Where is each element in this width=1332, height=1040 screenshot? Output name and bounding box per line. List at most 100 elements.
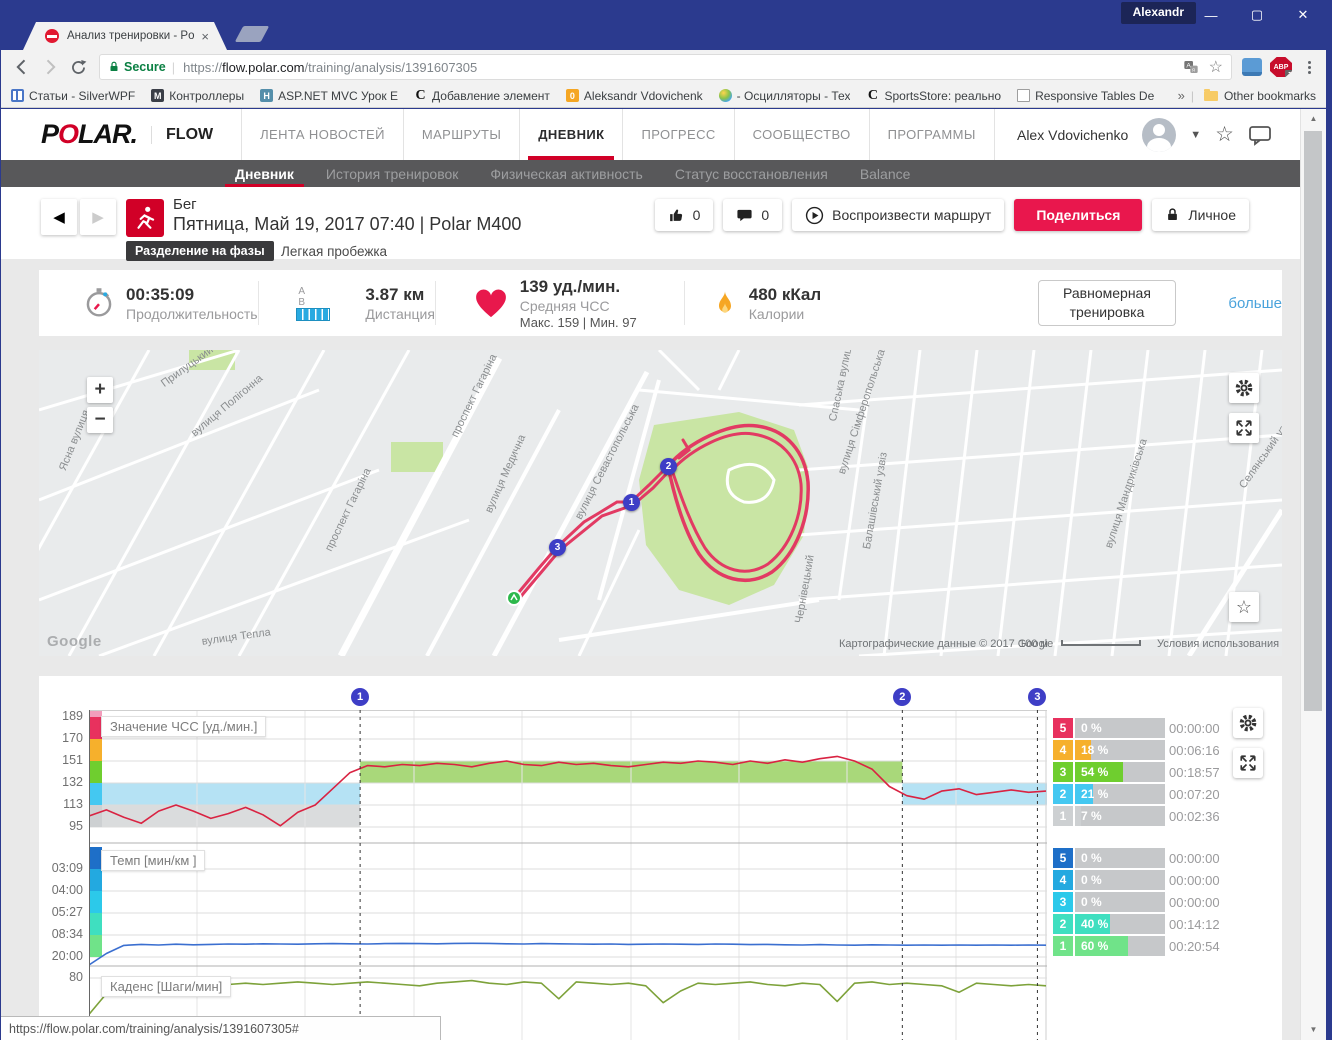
route-lap-marker[interactable]: 2 <box>660 458 677 475</box>
comment-button[interactable]: 0 <box>723 199 782 231</box>
private-button[interactable]: Личное <box>1152 199 1249 231</box>
subnav-история-тренировок[interactable]: История тренировок <box>310 160 474 187</box>
back-button[interactable] <box>9 54 35 80</box>
scroll-down-icon[interactable]: ▼ <box>1301 1022 1326 1038</box>
tab-close-icon[interactable]: × <box>201 29 209 44</box>
chart-lap-marker[interactable]: 2 <box>893 688 911 706</box>
flame-icon <box>713 287 737 319</box>
new-tab-button[interactable] <box>235 26 270 42</box>
polar-nav-дневник[interactable]: ДНЕВНИК <box>520 109 623 160</box>
lock-icon <box>108 60 120 74</box>
distance-icon: А В <box>296 286 353 321</box>
axis-tick-label: 05:27 <box>39 905 83 919</box>
subnav: ДневникИстория тренировокФизическая акти… <box>1 160 1300 187</box>
zone-number: 5 <box>1053 718 1073 738</box>
pace-zone-row: 50 % <box>1053 848 1165 868</box>
bookmark-item[interactable]: CSportsStore: реально <box>866 89 1001 103</box>
zone-time: 00:00:00 <box>1169 873 1220 888</box>
favorites-star-icon[interactable]: ☆ <box>1215 122 1234 147</box>
route-map[interactable]: Ясна вулицяПрилуцький провулоквулиця Пол… <box>39 350 1282 656</box>
chat-icon[interactable] <box>1248 124 1272 146</box>
polar-nav-лента-новостей[interactable]: ЛЕНТА НОВОСТЕЙ <box>241 109 404 160</box>
user-name[interactable]: Alex Vdovichenko <box>1017 127 1128 143</box>
url-text: https://flow.polar.com/training/analysis… <box>183 60 1183 75</box>
map-favorite-button[interactable]: ☆ <box>1229 592 1259 622</box>
like-button[interactable]: 0 <box>655 199 714 231</box>
polar-nav-сообщество[interactable]: СООБЩЕСТВО <box>735 109 870 160</box>
zone-percent: 18 % <box>1081 740 1108 760</box>
adblock-icon[interactable]: ABP7 <box>1270 57 1292 77</box>
chart-settings-button[interactable] <box>1233 708 1263 738</box>
chevron-down-icon[interactable]: ▼ <box>1190 129 1201 141</box>
reload-button[interactable] <box>65 54 91 80</box>
prev-session-button[interactable]: ◀ <box>41 199 77 235</box>
minimize-button[interactable]: — <box>1188 0 1234 30</box>
extension-icon[interactable] <box>1242 58 1262 76</box>
more-link[interactable]: больше <box>1228 295 1282 312</box>
map-scale-label: 100 м <box>1019 638 1048 650</box>
map-zoom-out-button[interactable]: − <box>87 407 113 433</box>
stopwatch-icon <box>84 287 114 319</box>
translate-icon[interactable]: Aя <box>1183 59 1199 75</box>
bookmark-label: Статьи - SilverWPF <box>29 89 135 103</box>
subnav-физическая-активность[interactable]: Физическая активность <box>474 160 658 187</box>
map-settings-button[interactable] <box>1229 373 1259 403</box>
map-terms-link[interactable]: Условия использования <box>1157 638 1279 650</box>
page-scrollbar[interactable]: ▲ ▼ <box>1300 109 1326 1040</box>
browser-tab[interactable]: Анализ тренировки - Po × <box>23 22 227 50</box>
maximize-button[interactable]: ▢ <box>1234 0 1280 30</box>
route-lap-marker[interactable]: 1 <box>623 494 640 511</box>
bookmark-label: Добавление элемент <box>432 89 550 103</box>
bookmark-item[interactable]: - Осцилляторы - Тех <box>719 89 851 103</box>
close-button[interactable]: ✕ <box>1280 0 1326 30</box>
chrome-profile-badge[interactable]: Alexandr <box>1121 2 1196 24</box>
address-bar[interactable]: Secure | https://flow.polar.com/training… <box>99 54 1232 80</box>
secure-label: Secure <box>124 60 166 74</box>
session-note: Легкая пробежка <box>281 244 387 259</box>
chart-fullscreen-button[interactable] <box>1233 748 1263 778</box>
polar-logo[interactable]: POLAR. <box>41 119 137 150</box>
bookmark-item[interactable]: MКонтроллеры <box>151 89 244 103</box>
bookmarks-overflow-button[interactable]: » <box>1178 88 1185 103</box>
svg-text:я: я <box>1192 68 1195 74</box>
flow-logo[interactable]: FLOW <box>151 126 213 144</box>
forward-button[interactable] <box>37 54 63 80</box>
chrome-menu-button[interactable] <box>1300 61 1318 74</box>
polar-nav-маршруты[interactable]: МАРШРУТЫ <box>404 109 520 160</box>
expand-icon <box>1239 754 1257 772</box>
zone-percent: 60 % <box>1081 936 1108 956</box>
bookmark-label: ASP.NET MVC Урок Е <box>278 89 398 103</box>
route-lap-marker[interactable]: 3 <box>549 539 566 556</box>
other-bookmarks-button[interactable]: Other bookmarks <box>1204 89 1316 103</box>
bookmark-item[interactable]: HASP.NET MVC Урок Е <box>260 89 398 103</box>
training-benefit-button[interactable]: Равномерная тренировка <box>1038 280 1177 326</box>
replay-route-button[interactable]: Воспроизвести маршрут <box>792 199 1004 231</box>
subnav-дневник[interactable]: Дневник <box>219 160 310 187</box>
subnav-статус-восстановления[interactable]: Статус восстановления <box>659 160 844 187</box>
polar-header: POLAR. FLOW ЛЕНТА НОВОСТЕЙМАРШРУТЫДНЕВНИ… <box>1 109 1300 160</box>
map-fullscreen-button[interactable] <box>1229 413 1259 443</box>
scrollbar-thumb[interactable] <box>1304 131 1322 711</box>
subnav-balance[interactable]: Balance <box>844 160 927 187</box>
bookmark-item[interactable]: CДобавление элемент <box>414 89 550 103</box>
folder-icon <box>1204 91 1218 101</box>
chart-lap-marker[interactable]: 3 <box>1028 688 1046 706</box>
map-zoom-in-button[interactable]: + <box>87 377 113 403</box>
bookmark-item[interactable]: Статьи - SilverWPF <box>11 89 135 103</box>
polar-nav-программы[interactable]: ПРОГРАММЫ <box>870 109 995 160</box>
bookmark-item[interactable]: Responsive Tables De <box>1017 89 1154 103</box>
gear-icon <box>1234 378 1254 398</box>
page-content: POLAR. FLOW ЛЕНТА НОВОСТЕЙМАРШРУТЫДНЕВНИ… <box>1 109 1300 1040</box>
bookmark-star-icon[interactable]: ☆ <box>1209 57 1223 77</box>
avatar[interactable] <box>1142 118 1176 152</box>
charts-plot[interactable] <box>89 710 1047 1040</box>
scroll-up-icon[interactable]: ▲ <box>1301 111 1326 127</box>
chart-lap-marker[interactable]: 1 <box>351 688 369 706</box>
share-button[interactable]: Поделиться <box>1014 199 1142 231</box>
axis-tick-label: 170 <box>39 731 83 745</box>
bookmark-item[interactable]: 0Aleksandr Vdovichenk <box>566 89 703 103</box>
next-session-button[interactable]: ▶ <box>80 199 116 235</box>
polar-nav-прогресс[interactable]: ПРОГРЕСС <box>623 109 734 160</box>
chart-title: Темп [мин/км ] <box>101 850 205 871</box>
zone-time: 00:14:12 <box>1169 917 1220 932</box>
